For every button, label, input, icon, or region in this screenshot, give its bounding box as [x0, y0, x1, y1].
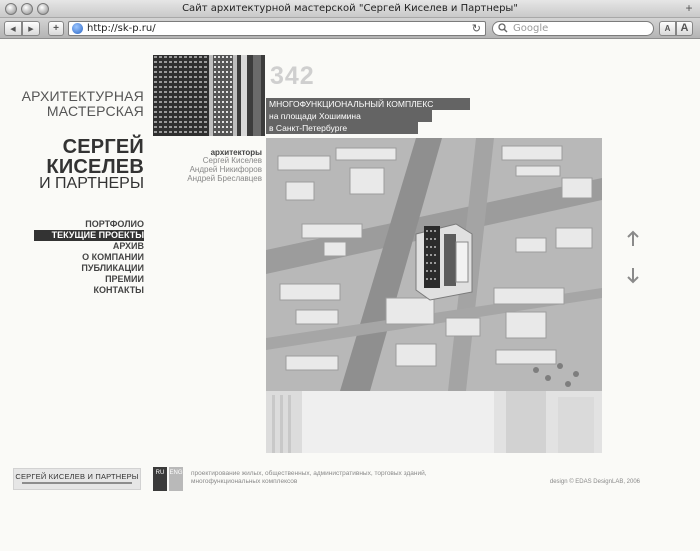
footer-logo-underline	[22, 482, 132, 484]
nav-item-publications[interactable]: ПУБЛИКАЦИИ	[20, 263, 144, 274]
footer-description: проектирование жилых, общественных, адми…	[191, 470, 441, 486]
footer-description-line-1: проектирование жилых, общественных, адми…	[191, 470, 427, 477]
footer-description-line-2: многофункциональных комплексов	[191, 478, 298, 485]
lang-eng-button[interactable]: ENG	[169, 467, 183, 491]
url-text[interactable]: http://sk-p.ru/	[87, 23, 156, 34]
globe-icon	[72, 23, 83, 34]
project-main-image[interactable]	[266, 138, 602, 391]
add-bookmark-button[interactable]: +	[48, 21, 64, 36]
new-tab-plus-icon[interactable]: +	[682, 1, 696, 15]
nav-item-contacts[interactable]: КОНТАКТЫ	[20, 285, 144, 296]
main-nav: ПОРТФОЛИО ТЕКУЩИЕ ПРОЕКТЫ АРХИВ О КОМПАН…	[20, 219, 144, 296]
lang-ru-label: RU	[155, 470, 165, 476]
nav-item-awards[interactable]: ПРЕМИИ	[20, 274, 144, 285]
reload-icon[interactable]: ↻	[472, 22, 481, 35]
project-thumbnail[interactable]	[153, 55, 265, 136]
brand-line-4: КИСЕЛЕВ	[46, 156, 144, 178]
forward-arrow-icon: ▶	[28, 26, 34, 33]
text-larger-label: A	[680, 22, 689, 34]
nav-item-current-projects[interactable]: ТЕКУЩИЕ ПРОЕКТЫ	[34, 230, 144, 241]
architects-list: Сергей Киселев Андрей Никифоров Андрей Б…	[154, 156, 262, 183]
brand-name[interactable]: СЕРГЕЙ КИСЕЛЕВ	[10, 137, 144, 177]
brand-studio-title: АРХИТЕКТУРНАЯ МАСТЕРСКАЯ	[20, 89, 144, 119]
browser-window: Сайт архитектурной мастерской "Сергей Ки…	[0, 0, 700, 551]
brand-line-3: СЕРГЕЙ	[62, 136, 144, 158]
brand-line-2: МАСТЕРСКАЯ	[46, 103, 144, 119]
text-smaller-label: A	[664, 24, 671, 33]
project-secondary-image[interactable]	[266, 391, 602, 453]
nav-item-portfolio[interactable]: ПОРТФОЛИО	[20, 219, 144, 230]
project-title-line-2: на площади Хошимина	[266, 110, 432, 122]
project-title-line-1: МНОГОФУНКЦИОНАЛЬНЫЙ КОМПЛЕКС	[266, 98, 470, 110]
nav-item-archive[interactable]: АРХИВ	[20, 241, 144, 252]
brand-line-1: АРХИТЕКТУРНАЯ	[21, 88, 144, 104]
architect-name: Сергей Киселев	[202, 156, 262, 165]
forward-button[interactable]: ▶	[22, 21, 40, 36]
project-title-line-3: в Санкт-Петербурге	[266, 122, 418, 134]
text-smaller-button[interactable]: A	[659, 21, 676, 36]
footer-logo[interactable]: СЕРГЕЙ КИСЕЛЕВ И ПАРТНЕРЫ	[13, 468, 141, 490]
architect-name: Андрей Никифоров	[189, 165, 262, 174]
scroll-down-arrow-icon[interactable]	[626, 266, 640, 284]
browser-toolbar: ◀ ▶ + http://sk-p.ru/ ↻ Google A A	[0, 18, 700, 39]
plus-icon: +	[53, 23, 59, 34]
footer-credit[interactable]: design © EDAS DesignLAB, 2006	[540, 479, 640, 485]
architect-name: Андрей Бреславцев	[187, 174, 262, 183]
window-title: Сайт архитектурной мастерской "Сергей Ки…	[182, 3, 518, 14]
footer-logo-text: СЕРГЕЙ КИСЕЛЕВ И ПАРТНЕРЫ	[15, 472, 139, 481]
title-bar: Сайт архитектурной мастерской "Сергей Ки…	[0, 0, 700, 18]
project-number: 342	[270, 62, 315, 90]
lang-eng-label: ENG	[169, 470, 183, 476]
address-bar[interactable]: http://sk-p.ru/ ↻	[68, 21, 486, 36]
search-icon	[498, 23, 509, 36]
back-arrow-icon: ◀	[10, 26, 16, 33]
back-button[interactable]: ◀	[4, 21, 22, 36]
lang-ru-button[interactable]: RU	[153, 467, 167, 491]
page-content: АРХИТЕКТУРНАЯ МАСТЕРСКАЯ СЕРГЕЙ КИСЕЛЕВ …	[0, 40, 700, 551]
search-placeholder: Google	[513, 23, 549, 34]
brand-line-5: И ПАРТНЕРЫ	[39, 175, 144, 192]
scroll-up-arrow-icon[interactable]	[626, 230, 640, 248]
text-larger-button[interactable]: A	[676, 21, 693, 36]
nav-item-about[interactable]: О КОМПАНИИ	[20, 252, 144, 263]
search-field[interactable]: Google	[492, 21, 654, 36]
